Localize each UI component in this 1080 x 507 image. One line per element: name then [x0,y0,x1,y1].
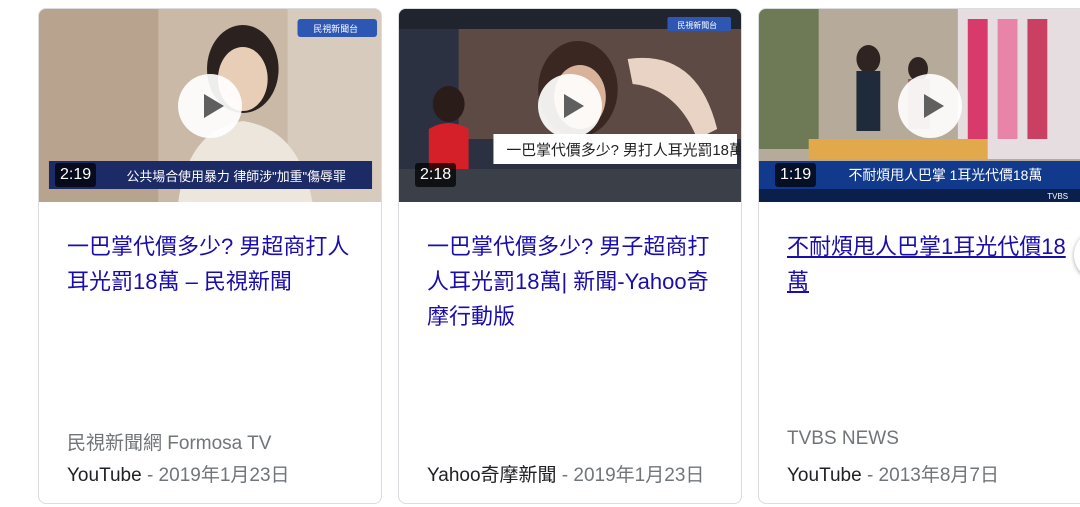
video-card-2[interactable]: 一巴掌代價多少? 男打人耳光罰18萬 民視新聞台 2:18 一巴掌代價多少? 男… [398,8,742,504]
channel-logo-text: TVBS [1047,192,1068,201]
play-icon[interactable] [898,73,962,138]
video-thumbnail[interactable]: 不耐煩甩人巴掌 1耳光代價18萬 TVBS 1:19 [759,9,1080,202]
video-thumbnail[interactable]: 公共場合使用暴力 律師涉"加重"傷辱罪 民視新聞台 2:19 [39,9,381,202]
video-site: Yahoo奇摩新聞 [427,465,557,486]
video-duration: 2:18 [415,163,457,187]
video-meta: Yahoo奇摩新聞 - 2019年1月23日 [427,460,704,487]
video-date: - 2019年1月23日 [141,465,290,486]
channel-logo-text: 民視新聞台 [313,23,358,34]
overlay-caption: 一巴掌代價多少? 男打人耳光罰18萬 [506,142,741,159]
play-icon[interactable] [538,73,602,138]
video-duration: 1:19 [775,163,817,187]
video-meta: YouTube - 2013年8月7日 [787,460,999,487]
overlay-caption: 不耐煩甩人巴掌 1耳光代價18萬 [848,167,1042,183]
video-date: - 2013年8月7日 [861,465,999,486]
video-site: YouTube [787,465,862,486]
video-duration: 2:19 [55,163,97,187]
video-source: TVBS NEWS [787,428,899,449]
play-icon[interactable] [178,73,242,138]
video-title[interactable]: 一巴掌代價多少? 男超商打人耳光罰18萬 – 民視新聞 [67,229,363,299]
video-date: - 2019年1月23日 [556,465,705,486]
overlay-caption: 公共場合使用暴力 律師涉"加重"傷辱罪 [126,169,345,184]
video-title[interactable]: 不耐煩甩人巴掌1耳光代價18萬 [787,229,1080,299]
channel-logo-text: 民視新聞台 [677,20,717,30]
video-site: YouTube [67,465,142,486]
video-meta: YouTube - 2019年1月23日 [67,460,290,487]
video-title[interactable]: 一巴掌代價多少? 男子超商打人耳光罰18萬| 新聞-Yahoo奇摩行動版 [427,229,723,334]
video-card-1[interactable]: 公共場合使用暴力 律師涉"加重"傷辱罪 民視新聞台 2:19 一巴掌代價多少? … [38,8,382,504]
video-thumbnail[interactable]: 一巴掌代價多少? 男打人耳光罰18萬 民視新聞台 2:18 [399,9,741,202]
video-source: 民視新聞網 Formosa TV [67,433,272,454]
video-card-3[interactable]: 不耐煩甩人巴掌 1耳光代價18萬 TVBS 1:19 不耐煩甩人巴掌1耳光代價1… [758,8,1080,504]
